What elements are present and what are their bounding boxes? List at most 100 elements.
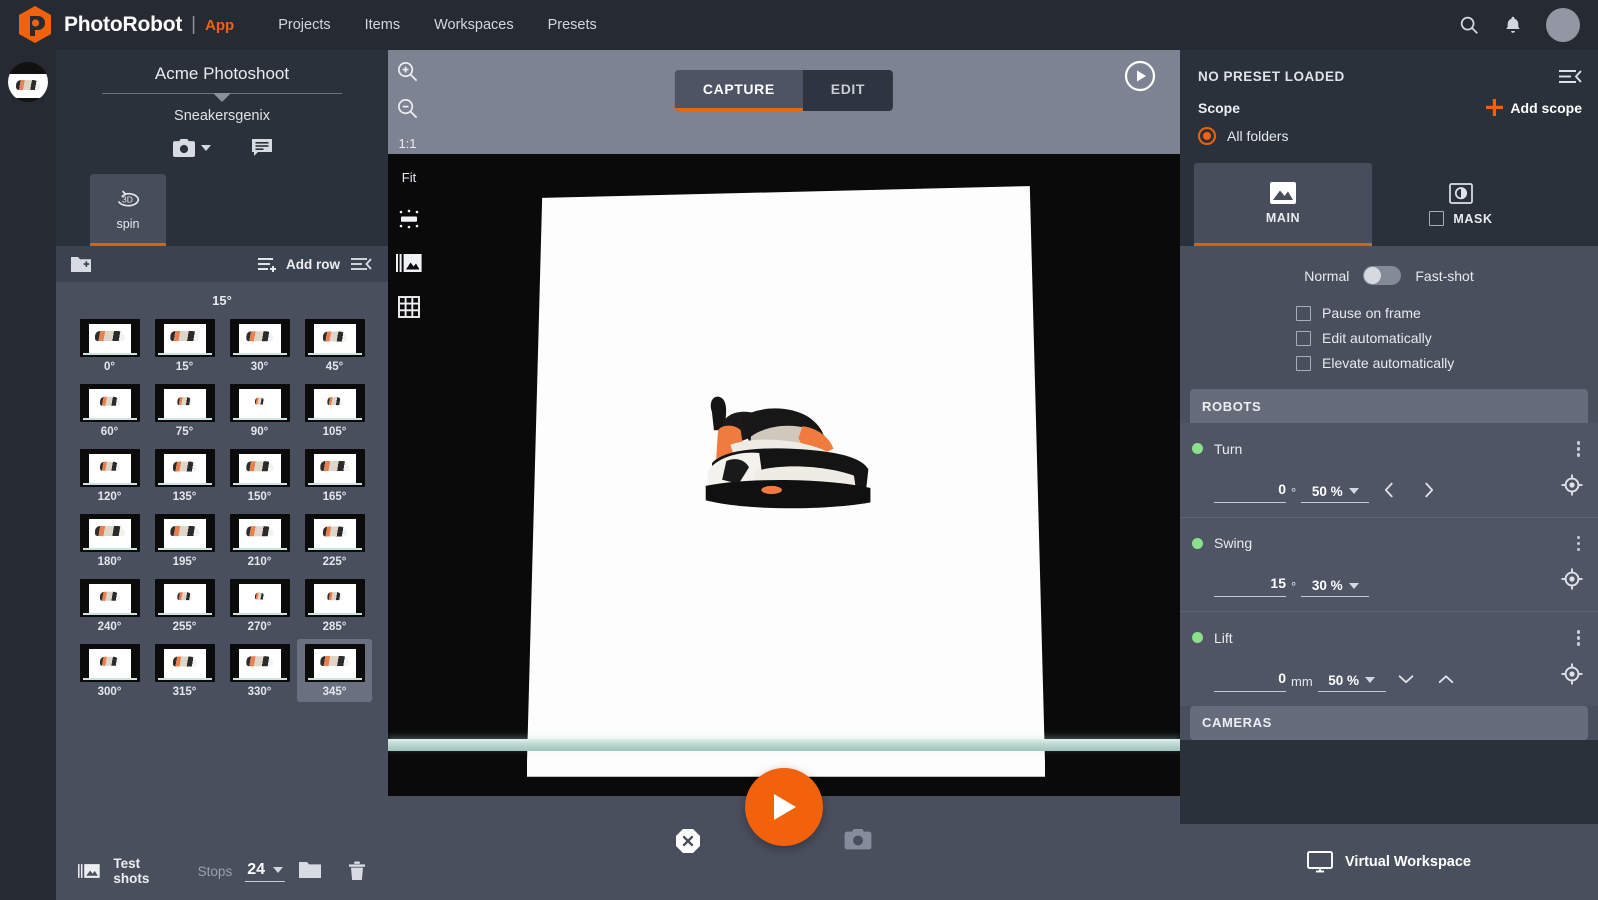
thumbnail-item[interactable]: 330° <box>222 639 297 702</box>
photo-stage[interactable]: Fit <box>388 154 1180 796</box>
thumbnail-item[interactable]: 60° <box>72 379 147 442</box>
search-icon[interactable] <box>1458 14 1480 36</box>
brand-name[interactable]: PhotoRobot <box>64 13 182 37</box>
option-pause-on-frame[interactable]: Pause on frame <box>1296 305 1598 321</box>
nav-item-projects[interactable]: Projects <box>278 17 330 33</box>
thumbnail-item[interactable]: 255° <box>147 574 222 637</box>
thumb-shoe-shape <box>94 526 125 537</box>
option-elevate-automatically[interactable]: Elevate automatically <box>1296 355 1598 371</box>
chevron-down-icon <box>1348 488 1359 494</box>
chevron-up-button[interactable] <box>1426 668 1466 692</box>
thumbnail-item[interactable]: 120° <box>72 444 147 507</box>
add-scope-button[interactable]: Add scope <box>1486 99 1582 116</box>
folder-plus-icon[interactable] <box>70 255 92 273</box>
nav-item-items[interactable]: Items <box>365 17 400 33</box>
chevron-left-button[interactable] <box>1369 479 1409 503</box>
thumbnail-item[interactable]: 285° <box>297 574 372 637</box>
thumbnail-item[interactable]: 165° <box>297 444 372 507</box>
thumbnail-item[interactable]: 315° <box>147 639 222 702</box>
robot-calibrate-button[interactable] <box>1560 473 1584 503</box>
robot-speed-select[interactable]: 50 % <box>1317 673 1386 692</box>
option-edit-automatically[interactable]: Edit automatically <box>1296 330 1598 346</box>
collapse-panel-icon[interactable] <box>1558 68 1582 85</box>
test-shots-label[interactable]: Test shots <box>113 856 170 886</box>
stops-select[interactable]: 24 <box>245 861 285 882</box>
thumb-shoe-shape <box>176 592 193 601</box>
app-label[interactable]: App <box>205 17 234 34</box>
item-thumbnail[interactable] <box>8 62 48 102</box>
virtual-workspace-label: Virtual Workspace <box>1345 854 1471 870</box>
zoom-out-icon[interactable] <box>396 97 419 120</box>
photorobot-logo-icon[interactable] <box>18 6 52 44</box>
robot-calibrate-button[interactable] <box>1560 662 1584 692</box>
robot-position-input[interactable]: 0 <box>1214 670 1286 692</box>
nav-item-workspaces[interactable]: Workspaces <box>434 17 514 33</box>
thumbnail-item[interactable]: 30° <box>222 314 297 377</box>
thumbnail-item[interactable]: 0° <box>72 314 147 377</box>
collapse-panel-icon[interactable] <box>350 256 372 272</box>
fit-button[interactable]: Fit <box>402 170 416 185</box>
trash-icon[interactable] <box>348 861 366 881</box>
avatar[interactable] <box>1546 8 1580 42</box>
nav-item-presets[interactable]: Presets <box>548 17 597 33</box>
camera-select-button[interactable] <box>172 138 211 158</box>
zoom-controls: 1:1 <box>396 60 419 151</box>
robot-speed-select[interactable]: 50 % <box>1301 484 1370 503</box>
thumbnail-item[interactable]: 180° <box>72 509 147 572</box>
tab-main[interactable]: MAIN <box>1194 163 1372 246</box>
cameras-section-header[interactable]: CAMERAS <box>1190 705 1588 740</box>
mask-checkbox-row[interactable]: MASK <box>1429 211 1492 226</box>
chevron-down-icon <box>273 866 283 873</box>
thumbnail-item[interactable]: 300° <box>72 639 147 702</box>
robot-menu-button[interactable] <box>1573 532 1585 556</box>
tab-capture[interactable]: CAPTURE <box>674 70 803 111</box>
thumbnail-item[interactable]: 345° <box>297 639 372 702</box>
tab-mask[interactable]: MASK <box>1372 163 1550 246</box>
thumbnail-item[interactable]: 105° <box>297 379 372 442</box>
robot-menu-button[interactable] <box>1573 626 1585 650</box>
chevron-right-button[interactable] <box>1409 479 1449 503</box>
thumb-shoe-shape <box>169 331 200 342</box>
robot-position-input[interactable]: 15 <box>1214 575 1286 597</box>
monitor-icon <box>1307 851 1333 873</box>
shot-mode-switch[interactable] <box>1363 266 1402 285</box>
thumbnail-item[interactable]: 210° <box>222 509 297 572</box>
cancel-octagon-icon[interactable] <box>675 828 701 854</box>
compare-images-icon[interactable] <box>396 253 422 273</box>
thumbnail-item[interactable]: 15° <box>147 314 222 377</box>
thumbnail-item[interactable]: 135° <box>147 444 222 507</box>
thumbnail-item[interactable]: 75° <box>147 379 222 442</box>
tab-edit[interactable]: EDIT <box>803 70 893 111</box>
robot-position-input[interactable]: 0 <box>1214 481 1286 503</box>
zoom-ratio-label[interactable]: 1:1 <box>398 136 416 151</box>
robot-menu-button[interactable] <box>1573 437 1585 461</box>
thumbnail-item[interactable]: 195° <box>147 509 222 572</box>
thumbnail-item[interactable]: 45° <box>297 314 372 377</box>
thumbnail-item[interactable]: 225° <box>297 509 372 572</box>
scope-option-all-folders[interactable]: All folders <box>1180 116 1598 145</box>
add-row-button[interactable]: Add row <box>257 256 340 273</box>
exposure-icon[interactable] <box>397 207 421 231</box>
chevron-up-icon <box>1438 674 1453 683</box>
thumbnail-item[interactable]: 90° <box>222 379 297 442</box>
chevron-down-icon[interactable] <box>213 93 231 102</box>
chevron-down-button[interactable] <box>1386 668 1426 692</box>
zoom-in-icon[interactable] <box>396 60 419 83</box>
virtual-workspace-button[interactable]: Virtual Workspace <box>1180 824 1598 900</box>
thumbnail-item[interactable]: 150° <box>222 444 297 507</box>
thumbnail-image <box>79 449 140 487</box>
notes-button[interactable] <box>251 138 273 158</box>
grid-icon[interactable] <box>397 295 421 319</box>
thumbnail-image <box>154 514 215 552</box>
robot-calibrate-button[interactable] <box>1560 567 1584 597</box>
play-circle-icon[interactable] <box>1124 60 1156 92</box>
tab-3d-spin[interactable]: 3D spin <box>90 174 166 246</box>
start-shoot-button[interactable] <box>745 768 823 846</box>
robot-speed-select[interactable]: 30 % <box>1301 578 1370 597</box>
thumbnail-item[interactable]: 240° <box>72 574 147 637</box>
bell-icon[interactable] <box>1502 14 1524 36</box>
thumbnail-item[interactable]: 270° <box>222 574 297 637</box>
camera-icon[interactable] <box>844 828 872 851</box>
folder-icon[interactable] <box>298 861 322 879</box>
footer-actions <box>298 861 366 881</box>
